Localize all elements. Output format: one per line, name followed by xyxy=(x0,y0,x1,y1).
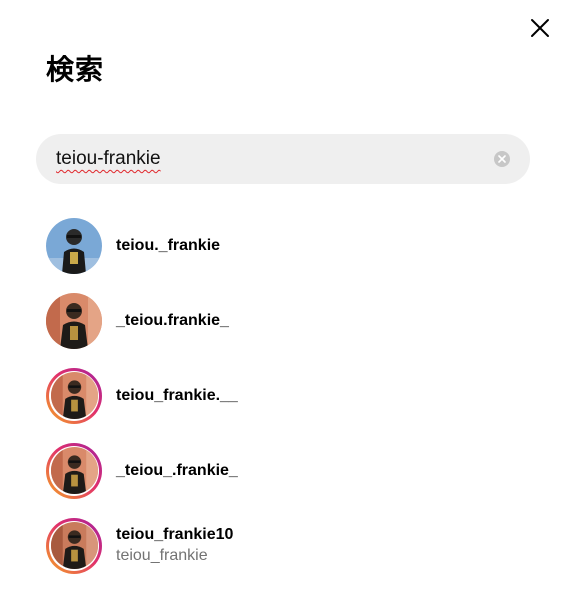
search-input[interactable]: teiou-frankie xyxy=(56,148,161,170)
result-username: _teiou.frankie_ xyxy=(116,311,229,329)
avatar xyxy=(46,217,102,274)
result-username: teiou_frankie.__ xyxy=(116,386,238,404)
avatar-story-ring xyxy=(46,367,102,424)
result-fullname: teiou_frankie xyxy=(116,547,208,564)
search-result-row[interactable]: _teiou.frankie_ xyxy=(46,283,526,358)
result-username: teiou._frankie xyxy=(116,236,221,254)
result-username: _teiou_.frankie_ xyxy=(116,461,238,479)
profile-photo-warm xyxy=(50,522,98,569)
search-panel: 検索 teiou-frankie teiou._frankie _teiou.f… xyxy=(0,0,568,599)
close-button[interactable] xyxy=(526,14,554,42)
avatar-story-ring xyxy=(46,442,102,499)
search-result-row[interactable]: _teiou_.frankie_ xyxy=(46,433,526,508)
search-results-list: teiou._frankie _teiou.frankie_ teiou_fra… xyxy=(46,208,526,583)
profile-photo-blue xyxy=(46,217,102,274)
profile-photo-warm xyxy=(50,372,98,419)
result-username: teiou_frankie10 xyxy=(116,526,234,543)
close-icon xyxy=(531,19,549,37)
page-title: 検索 xyxy=(46,53,105,86)
search-result-row[interactable]: teiou._frankie xyxy=(46,208,526,283)
search-result-row[interactable]: teiou_frankie.__ xyxy=(46,358,526,433)
avatar xyxy=(46,292,102,349)
search-box[interactable]: teiou-frankie xyxy=(36,134,530,184)
profile-photo-warm xyxy=(46,292,102,349)
clear-icon xyxy=(498,155,506,163)
search-result-row[interactable]: teiou_frankie10 teiou_frankie xyxy=(46,508,526,583)
profile-photo-warm xyxy=(50,447,98,494)
avatar-story-ring xyxy=(46,517,102,574)
clear-search-button[interactable] xyxy=(494,151,510,167)
